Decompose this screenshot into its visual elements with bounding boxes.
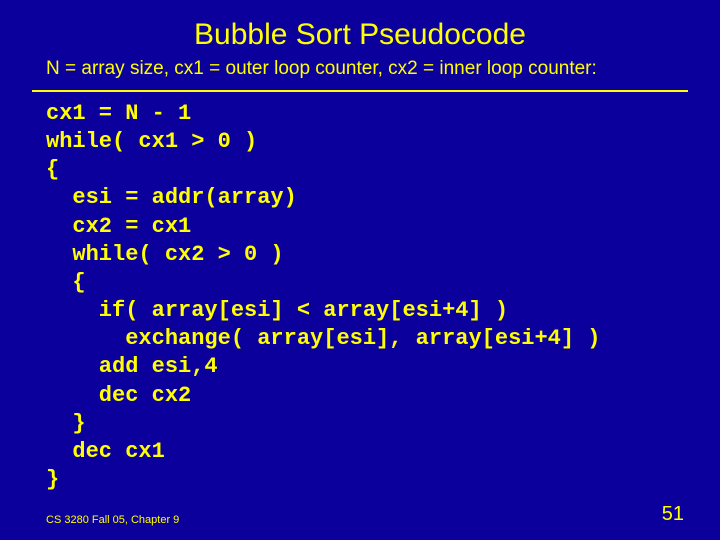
slide-title: Bubble Sort Pseudocode xyxy=(0,0,720,58)
divider-line xyxy=(32,90,688,92)
pseudocode-block: cx1 = N - 1 while( cx1 > 0 ) { esi = add… xyxy=(0,100,720,494)
page-number: 51 xyxy=(662,503,684,526)
slide: Bubble Sort Pseudocode N = array size, c… xyxy=(0,0,720,540)
slide-subtitle: N = array size, cx1 = outer loop counter… xyxy=(0,58,720,88)
footer-text: CS 3280 Fall 05, Chapter 9 xyxy=(46,514,179,526)
